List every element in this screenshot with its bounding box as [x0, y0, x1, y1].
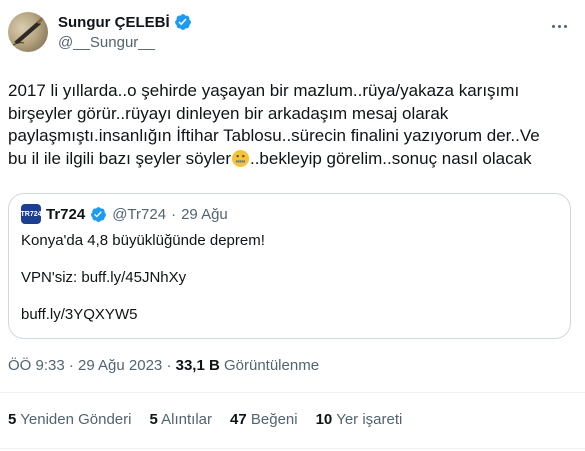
zipper-mouth-face-icon: [231, 149, 250, 168]
quoted-tweet-link[interactable]: buff.ly/3YQXYW5: [21, 306, 137, 323]
divider: [0, 448, 585, 449]
quotes-stat[interactable]: 5 Alıntılar: [149, 411, 212, 428]
author-display-name[interactable]: Sungur ÇELEBİ: [58, 14, 170, 31]
quoted-tweet-header: TR724 Tr724 @Tr724 · 29 Ağu: [21, 204, 228, 224]
bookmarks-count: 10: [315, 411, 333, 428]
quoted-tweet[interactable]: TR724 Tr724 @Tr724 · 29 Ağu Konya'da 4,8…: [8, 193, 571, 339]
verified-badge-icon: [90, 206, 107, 223]
quoted-tweet-link-vpn[interactable]: VPN'siz: buff.ly/45JNhXy: [21, 269, 186, 286]
tweet-line: birşeyler görür..rüyayı dinleyen bir ark…: [8, 103, 449, 123]
quoted-author-name[interactable]: Tr724: [46, 206, 85, 223]
likes-label: Beğeni: [250, 411, 298, 428]
likes-stat[interactable]: 47 Beğeni: [230, 411, 298, 428]
tweet-timestamp[interactable]: ÖÖ 9:33 · 29 Ağu 2023 ·: [8, 357, 176, 374]
separator-dot: ·: [171, 205, 177, 223]
author-avatar[interactable]: [8, 12, 48, 52]
tweet-line-part: ..bekleyip görelim..sonuç nasıl olacak: [249, 148, 532, 168]
retweets-label: Yeniden Gönderi: [20, 411, 132, 428]
retweets-count: 5: [8, 411, 17, 428]
author-name-row: Sungur ÇELEBİ: [58, 13, 192, 31]
views-count: 33,1 B: [175, 357, 220, 374]
tweet-line: 2017 li yıllarda..o şehirde yaşayan bir …: [8, 81, 520, 100]
likes-count: 47: [230, 411, 247, 428]
tweet-header: Sungur ÇELEBİ @__Sungur__: [8, 12, 577, 60]
quoted-author-avatar[interactable]: TR724: [21, 204, 42, 224]
divider: [0, 392, 585, 393]
quoted-tweet-text: Konya'da 4,8 büyüklüğünde deprem!: [21, 232, 265, 249]
retweets-stat[interactable]: 5 Yeniden Gönderi: [8, 411, 131, 428]
quoted-author-handle[interactable]: @Tr724: [112, 206, 166, 223]
author-handle[interactable]: @__Sungur__: [58, 34, 155, 51]
bookmarks-stat[interactable]: 10 Yer işareti: [316, 411, 403, 428]
tweet-line: paylaşmıştı.insanlığın İftihar Tablosu..…: [8, 126, 540, 145]
tweet-text: 2017 li yıllarda..o şehirde yaşayan bir …: [8, 80, 577, 170]
quotes-label: Alıntılar: [161, 411, 213, 428]
bookmarks-label: Yer işareti: [336, 411, 403, 428]
more-options-icon[interactable]: [547, 16, 571, 36]
tweet-meta: ÖÖ 9:33 · 29 Ağu 2023 · 33,1 B Görüntüle…: [8, 357, 319, 374]
engagement-stats: 5 Yeniden Gönderi 5 Alıntılar 47 Beğeni …: [8, 411, 402, 428]
tweet-line-part: bu il ile ilgili bazı şeyler söyler: [8, 148, 231, 168]
verified-badge-icon: [174, 13, 192, 31]
quotes-count: 5: [149, 411, 158, 428]
quoted-tweet-date[interactable]: 29 Ağu: [181, 206, 228, 223]
views-label: Görüntülenme: [219, 357, 320, 374]
tweet-line-with-emoji: bu il ile ilgili bazı şeyler söyler ..bek…: [8, 148, 577, 171]
